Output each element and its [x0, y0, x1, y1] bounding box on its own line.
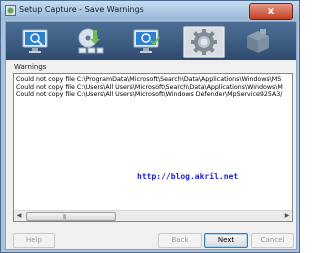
warning-line[interactable]: Could not copy file C:\Users\All Users\M…: [16, 91, 288, 99]
next-button[interactable]: Next: [204, 233, 248, 248]
scroll-thumb[interactable]: |||: [26, 212, 116, 221]
step-package: [238, 26, 278, 56]
dialog-client: Warnings Could not copy file C:\ProgramD…: [5, 21, 297, 250]
help-button[interactable]: Help: [13, 233, 55, 248]
package-icon: [247, 29, 269, 53]
step-monitor: [15, 26, 55, 56]
step-monitor-check: [126, 26, 166, 56]
monitor-check-icon: [133, 29, 160, 53]
app-icon: [5, 5, 16, 16]
watermark-url: http://blog.akril.net: [137, 172, 239, 181]
setup-capture-window: Setup Capture - Save Warnings x Warnings…: [0, 0, 300, 253]
warnings-listbox[interactable]: Could not copy file C:\ProgramData\Micro…: [13, 73, 293, 222]
horizontal-scrollbar[interactable]: ◀ ||| ▶: [14, 210, 292, 221]
scroll-left-icon[interactable]: ◀: [14, 211, 24, 221]
window-title: Setup Capture - Save Warnings: [19, 5, 144, 14]
warning-line[interactable]: Could not copy file C:\ProgramData\Micro…: [16, 76, 288, 84]
cancel-button[interactable]: Cancel: [251, 233, 294, 248]
warning-line[interactable]: Could not copy file C:\Users\All Users\M…: [16, 84, 288, 92]
install-disc-icon: [78, 28, 104, 54]
close-button[interactable]: x: [249, 3, 293, 20]
scroll-right-icon[interactable]: ▶: [282, 211, 292, 221]
grip-icon: |||: [63, 214, 66, 220]
gear-icon: [191, 29, 217, 55]
warnings-label: Warnings: [14, 63, 47, 71]
step-install: [70, 26, 110, 56]
back-button[interactable]: Back: [158, 233, 202, 248]
wizard-step-bar: [6, 22, 296, 60]
monitor-icon: [22, 29, 48, 53]
title-bar: Setup Capture - Save Warnings x: [1, 1, 299, 20]
step-settings-current: [183, 26, 225, 58]
